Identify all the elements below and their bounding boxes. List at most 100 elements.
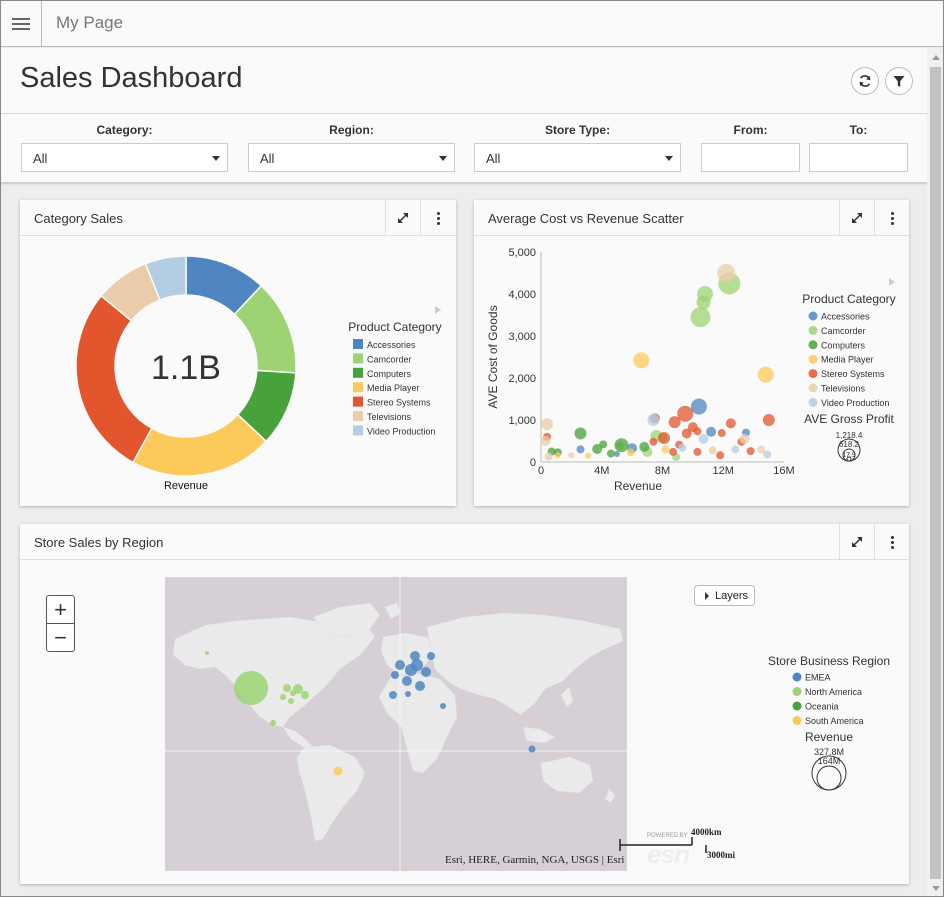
scatter-point-televisions[interactable] [541, 418, 554, 431]
store-marker-emea[interactable] [391, 671, 399, 679]
store-marker-south-america[interactable] [333, 766, 343, 776]
more-options-button[interactable] [874, 200, 909, 236]
expand-button[interactable] [839, 524, 874, 560]
scatter-point-media-player[interactable] [661, 445, 670, 454]
scatter-legend-title: Product Category [802, 292, 895, 306]
scatter-point-stereo-systems[interactable] [693, 427, 702, 436]
legend-label: Accessories [367, 340, 416, 350]
scatter-point-media-player[interactable] [626, 448, 635, 457]
store-marker-north-america[interactable] [270, 720, 276, 726]
world-map[interactable] [165, 577, 627, 871]
scatter-point-camcorder[interactable] [696, 295, 711, 310]
store-marker-emea[interactable] [389, 691, 397, 699]
scatter-point-accessories[interactable] [576, 445, 585, 454]
scroll-up-icon[interactable] [931, 53, 941, 61]
scatter-point-video-production[interactable] [698, 433, 709, 444]
scatter-point-media-player[interactable] [585, 452, 592, 459]
zoom-in-button[interactable]: + [47, 596, 74, 624]
zoom-out-button[interactable]: − [47, 624, 74, 652]
scrollbar-thumb[interactable] [930, 67, 941, 879]
store-marker-emea[interactable] [402, 676, 412, 686]
donut-slice-media-player[interactable] [131, 413, 268, 477]
scatter-point-stereo-systems[interactable] [681, 428, 692, 439]
scatter-point-stereo-systems[interactable] [658, 432, 671, 445]
store-marker-emea[interactable] [421, 667, 431, 677]
scatter-point-stereo-systems[interactable] [725, 418, 736, 429]
scatter-point-computers[interactable] [574, 427, 587, 440]
scatter-point-accessories[interactable] [690, 398, 707, 415]
store-marker-north-america[interactable] [288, 698, 294, 704]
scatter-point-camcorder[interactable] [690, 307, 711, 328]
hamburger-menu-icon[interactable] [1, 1, 42, 47]
donut-slice-stereo-systems[interactable] [75, 294, 153, 464]
legend-scroll-icon[interactable] [435, 306, 441, 314]
scatter-point-computers[interactable] [639, 441, 650, 452]
scatter-point-stereo-systems[interactable] [668, 416, 681, 429]
scatter-point-stereo-systems[interactable] [746, 447, 755, 456]
x-tick-label: 16M [773, 465, 794, 477]
legend-swatch [808, 311, 818, 321]
legend-label: Camcorder [821, 326, 866, 336]
legend-swatch [353, 353, 363, 364]
y-tick-label: 1,000 [508, 415, 536, 427]
scatter-point-televisions[interactable] [708, 446, 717, 455]
scatter-point-stereo-systems[interactable] [649, 437, 658, 446]
map-legend-title: Store Business Region [768, 654, 890, 668]
panel-title: Category Sales [34, 211, 123, 226]
store-marker-emea[interactable] [405, 691, 411, 697]
store-marker-emea[interactable] [415, 681, 425, 691]
map-size-legend-title: Revenue [805, 730, 853, 744]
category-select[interactable]: All [21, 143, 228, 172]
scatter-point-computers[interactable] [599, 440, 608, 449]
top-bar: My Page [1, 1, 943, 47]
legend-label: Accessories [821, 312, 870, 322]
scatter-point-televisions[interactable] [739, 433, 750, 444]
store-marker-emea[interactable] [528, 745, 536, 753]
store-marker-north-america[interactable] [234, 671, 268, 705]
scatter-point-stereo-systems[interactable] [693, 447, 702, 456]
scatter-point-video-production[interactable] [763, 450, 772, 459]
expand-button[interactable] [839, 200, 874, 236]
scatter-point-computers[interactable] [606, 449, 615, 458]
chevron-down-icon [439, 156, 447, 161]
scatter-point-stereo-systems[interactable] [716, 451, 725, 460]
scatter-point-stereo-systems[interactable] [669, 447, 678, 456]
more-options-button[interactable] [420, 200, 455, 236]
refresh-button[interactable] [851, 67, 879, 95]
store-marker-north-america[interactable] [205, 651, 209, 655]
scatter-point-media-player[interactable] [757, 366, 774, 383]
to-date-input[interactable] [809, 143, 908, 172]
scroll-down-icon[interactable] [931, 885, 941, 893]
store-marker-north-america[interactable] [283, 684, 291, 692]
from-date-input[interactable] [701, 143, 800, 172]
scatter-point-media-player[interactable] [554, 452, 561, 459]
scatter-point-video-production[interactable] [647, 414, 660, 426]
scatter-point-computers[interactable] [614, 438, 629, 453]
store-marker-north-america[interactable] [280, 694, 286, 700]
store-marker-north-america[interactable] [293, 684, 303, 694]
scatter-point-accessories[interactable] [706, 426, 717, 437]
scatter-point-televisions[interactable] [540, 436, 551, 446]
store-marker-emea[interactable] [411, 659, 423, 671]
store-marker-emea[interactable] [410, 651, 420, 661]
scatter-point-video-production[interactable] [678, 443, 687, 452]
scatter-point-televisions[interactable] [717, 264, 736, 282]
store-marker-emea[interactable] [427, 652, 435, 660]
legend-scroll-icon[interactable] [889, 278, 895, 286]
scatter-point-stereo-systems[interactable] [762, 414, 775, 426]
scatter-point-video-production[interactable] [731, 445, 740, 454]
scatter-point-televisions[interactable] [544, 452, 553, 461]
store-marker-emea[interactable] [395, 660, 405, 670]
region-select[interactable]: All [248, 143, 455, 172]
store-marker-north-america[interactable] [301, 691, 309, 699]
scatter-point-stereo-systems[interactable] [717, 429, 726, 438]
layers-button[interactable]: Layers [694, 585, 755, 606]
more-options-button[interactable] [874, 524, 909, 560]
store-marker-emea[interactable] [440, 703, 446, 709]
store-type-select[interactable]: All [474, 143, 681, 172]
scatter-point-televisions[interactable] [568, 452, 575, 459]
legend-swatch [353, 339, 363, 349]
filter-button[interactable] [885, 67, 913, 95]
expand-button[interactable] [385, 200, 420, 236]
scatter-point-media-player[interactable] [633, 352, 650, 369]
